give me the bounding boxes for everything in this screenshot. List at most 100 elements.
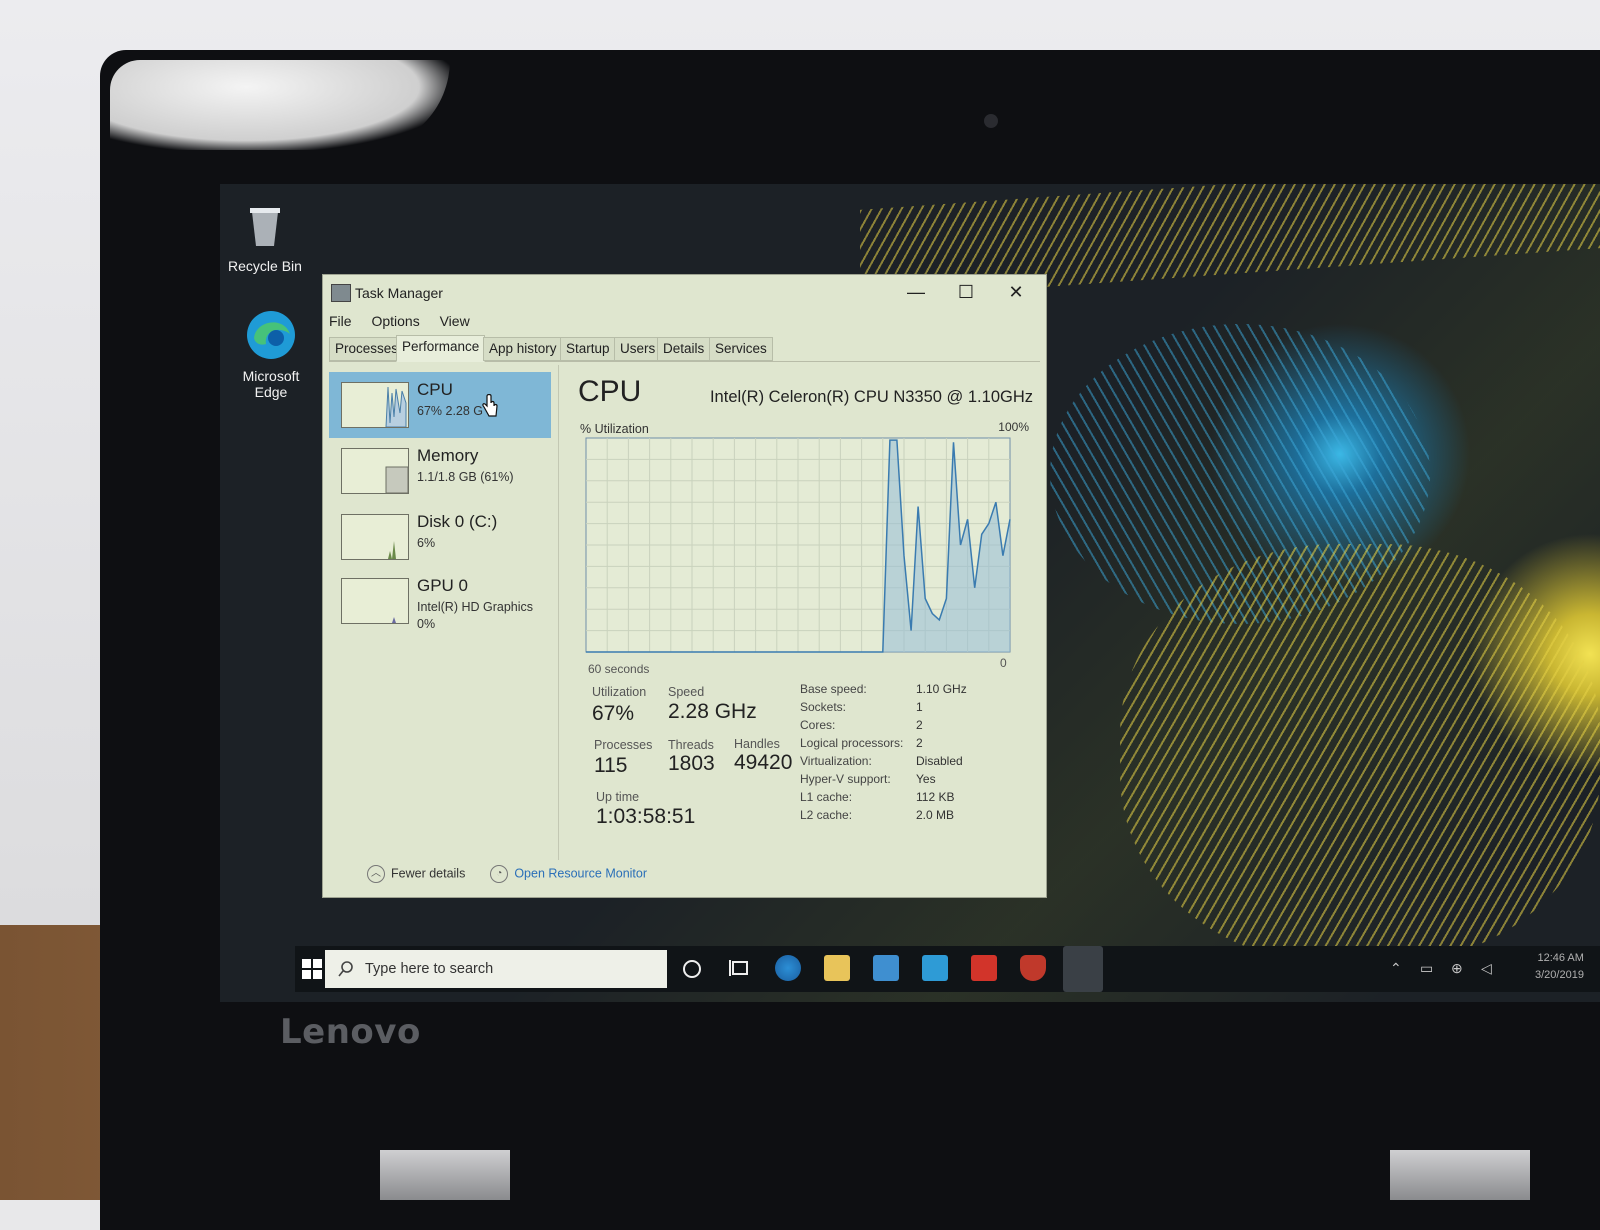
disk-thumbnail (341, 514, 409, 560)
menu-options[interactable]: Options (371, 313, 419, 329)
cpu-thumbnail (341, 382, 409, 428)
spec-value: Disabled (916, 754, 963, 768)
gpu-thumbnail (341, 578, 409, 624)
hand-cursor-icon (482, 394, 498, 417)
spec-key: Virtualization: (800, 754, 872, 768)
title-bar[interactable]: Task Manager — ☐ ✕ (323, 275, 1046, 309)
task-manager-taskbar-icon[interactable] (1063, 946, 1103, 992)
sidebar-gpu-model: Intel(R) HD Graphics (417, 600, 533, 614)
sidebar-item-gpu[interactable]: GPU 0 Intel(R) HD Graphics 0% (329, 568, 551, 648)
processes-label: Processes (594, 738, 653, 752)
graph-y-min: 0 (1000, 656, 1007, 670)
footer-bar: ︿ Fewer details ◔ Open Resource Monitor (367, 865, 647, 883)
uptime-label: Up time (596, 790, 640, 804)
feather-yellow-bottom (1120, 544, 1600, 964)
sidebar-gpu-sub: Intel(R) HD Graphics 0% (417, 599, 533, 633)
tab-details[interactable]: Details (657, 337, 711, 361)
task-manager-icon (331, 284, 351, 302)
cpu-utilization-graph (585, 437, 1011, 653)
spec-value: 112 KB (916, 790, 955, 804)
speed-label: Speed (668, 685, 705, 699)
clock-time: 12:46 AM (1537, 952, 1584, 964)
taskbar-search-box[interactable]: Type here to search (325, 950, 667, 988)
cpu-detail-panel: CPU Intel(R) Celeron(R) CPU N3350 @ 1.10… (578, 372, 1033, 842)
spec-key: L2 cache: (800, 808, 853, 822)
mcafee-icon[interactable] (1020, 955, 1046, 981)
windows-start-icon[interactable] (301, 958, 323, 980)
search-placeholder: Type here to search (365, 961, 494, 977)
office-app-icon[interactable] (971, 955, 997, 981)
taskbar: Type here to search ⌃ ▭ ⊕ ◁ 12:46 AM 3/2… (295, 946, 1600, 992)
tab-services[interactable]: Services (709, 337, 773, 361)
spec-value: 2.0 MB (916, 808, 955, 822)
chevron-up-circle-icon: ︿ (367, 865, 385, 883)
minimize-button[interactable]: — (897, 279, 935, 305)
mail-icon[interactable] (873, 955, 899, 981)
speed-value: 2.28 GHz (668, 700, 757, 723)
sidebar-disk-name: Disk 0 (C:) (417, 512, 498, 531)
task-view-icon[interactable] (727, 955, 753, 981)
utilization-value: 67% (592, 702, 635, 725)
spec-value: 2 (916, 718, 923, 732)
sidebar-item-disk[interactable]: Disk 0 (C:) 6% (329, 504, 551, 570)
maximize-button[interactable]: ☐ (947, 279, 985, 305)
webcam (984, 114, 998, 128)
spec-key: Base speed: (800, 682, 867, 696)
handles-value: 49420 (734, 751, 793, 774)
chevron-up-icon[interactable]: ⌃ (1390, 960, 1402, 977)
graph-y-max: 100% (998, 420, 1029, 434)
file-explorer-icon[interactable] (824, 955, 850, 981)
light-glare (110, 60, 450, 150)
volume-icon[interactable]: ◁ (1481, 960, 1492, 977)
edge-shortcut[interactable]: Microsoft Edge (226, 308, 316, 400)
menu-view[interactable]: View (440, 313, 470, 329)
utilization-label: Utilization (592, 685, 647, 699)
system-clock[interactable]: 12:46 AM 3/20/2019 (1535, 950, 1584, 984)
memory-thumbnail (341, 448, 409, 494)
threads-value: 1803 (668, 752, 715, 775)
panel-divider (558, 365, 559, 860)
edge-taskbar-icon[interactable] (775, 955, 801, 981)
recycle-bin-shortcut[interactable]: Recycle Bin (220, 198, 310, 274)
threads-label: Threads (668, 738, 714, 752)
battery-icon[interactable]: ▭ (1420, 960, 1433, 977)
recycle-bin-icon (238, 198, 292, 252)
resource-monitor-icon: ◔ (490, 865, 509, 883)
uptime-value: 1:03:58:51 (596, 805, 696, 828)
tab-processes[interactable]: Processes (329, 337, 405, 361)
cortana-icon[interactable] (683, 960, 701, 978)
sidebar-item-memory[interactable]: Memory 1.1/1.8 GB (61%) (329, 438, 551, 504)
cpu-model: Intel(R) Celeron(R) CPU N3350 @ 1.10GHz (709, 388, 1033, 406)
lenovo-app-icon[interactable] (922, 955, 948, 981)
clock-date: 3/20/2019 (1535, 969, 1584, 981)
tab-performance[interactable]: Performance (396, 335, 486, 362)
sidebar-cpu-sub: 67% 2.28 G (417, 404, 484, 418)
sidebar-disk-sub: 6% (417, 536, 436, 550)
graph-y-label: % Utilization (580, 422, 649, 436)
tab-app-history[interactable]: App history (483, 337, 563, 361)
open-resource-monitor-link[interactable]: Open Resource Monitor (514, 866, 647, 880)
menu-file[interactable]: File (329, 313, 352, 329)
edge-icon (244, 308, 298, 362)
sidebar-cpu-name: CPU (417, 380, 453, 399)
graph-x-label: 60 seconds (588, 662, 650, 676)
search-icon (338, 961, 353, 977)
edge-label: Microsoft Edge (242, 368, 300, 400)
spec-value: 1 (916, 700, 923, 714)
sidebar-memory-name: Memory (417, 446, 479, 465)
close-button[interactable]: ✕ (997, 279, 1035, 305)
window-title: Task Manager (355, 285, 443, 301)
spec-value: 2 (916, 736, 923, 750)
hinge-left (380, 1150, 510, 1200)
sidebar-memory-sub: 1.1/1.8 GB (61%) (417, 470, 514, 484)
network-icon[interactable]: ⊕ (1451, 960, 1463, 977)
processes-value: 115 (594, 754, 628, 777)
sidebar-gpu-usage: 0% (417, 617, 436, 631)
recycle-bin-label: Recycle Bin (228, 258, 302, 274)
fewer-details-link[interactable]: Fewer details (391, 866, 465, 880)
sidebar-item-cpu[interactable]: CPU 67% 2.28 G (329, 372, 551, 438)
tab-startup[interactable]: Startup (560, 337, 616, 361)
tab-users[interactable]: Users (614, 337, 662, 361)
spec-key: L1 cache: (800, 790, 853, 804)
spec-value: Yes (916, 772, 936, 786)
